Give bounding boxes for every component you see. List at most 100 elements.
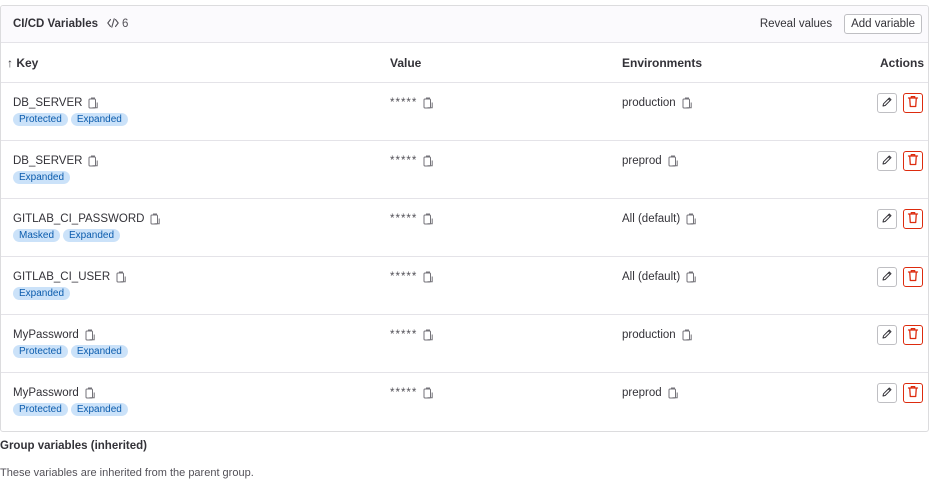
value-line: ***** — [390, 155, 622, 167]
key-cell: MyPassword Protected Expanded — [1, 315, 390, 372]
masked-value: ***** — [390, 213, 418, 225]
edit-button[interactable] — [877, 151, 897, 171]
key-cell: GITLAB_CI_PASSWORD Masked Expanded — [1, 199, 390, 256]
variable-key: MyPassword — [13, 387, 79, 399]
column-header-key[interactable]: ↑ Key — [1, 56, 390, 70]
status-badge: Expanded — [70, 403, 128, 416]
environment-name: preprod — [622, 387, 662, 399]
copy-environment-icon[interactable] — [686, 213, 697, 225]
value-cell: ***** — [390, 199, 622, 256]
environment-cell: production — [622, 83, 822, 140]
table-row: DB_SERVER Protected Expanded ***** productio… — [1, 83, 928, 141]
edit-button[interactable] — [877, 383, 897, 403]
value-line: ***** — [390, 387, 622, 399]
value-cell: ***** — [390, 315, 622, 372]
variable-key: DB_SERVER — [13, 97, 83, 109]
copy-value-icon[interactable] — [423, 155, 434, 167]
variable-key: MyPassword — [13, 329, 79, 341]
status-badge: Protected — [13, 403, 68, 416]
status-badge: Expanded — [63, 229, 121, 242]
edit-button[interactable] — [877, 267, 897, 287]
ci-cd-variables-card: CI/CD Variables 6 Reveal values Add vari… — [0, 5, 929, 432]
key-line: GITLAB_CI_PASSWORD — [13, 213, 390, 225]
pencil-icon — [881, 270, 893, 285]
environment-name: preprod — [622, 155, 662, 167]
pencil-icon — [881, 96, 893, 111]
variable-count-value: 6 — [122, 18, 129, 30]
edit-button[interactable] — [877, 325, 897, 345]
copy-environment-icon[interactable] — [668, 155, 679, 167]
delete-button[interactable] — [903, 325, 923, 345]
card-header: CI/CD Variables 6 Reveal values Add vari… — [1, 6, 928, 43]
edit-button[interactable] — [877, 209, 897, 229]
copy-value-icon[interactable] — [423, 213, 434, 225]
copy-value-icon[interactable] — [423, 271, 434, 283]
edit-button[interactable] — [877, 93, 897, 113]
copy-environment-icon[interactable] — [682, 97, 693, 109]
copy-environment-icon[interactable] — [668, 387, 679, 399]
copy-key-icon[interactable] — [88, 97, 99, 109]
masked-value: ***** — [390, 329, 418, 341]
copy-key-icon[interactable] — [116, 271, 127, 283]
status-badge: Expanded — [13, 171, 71, 184]
column-header-actions: Actions — [879, 55, 924, 70]
delete-button[interactable] — [903, 209, 923, 229]
masked-value: ***** — [390, 387, 418, 399]
environment-name: All (default) — [622, 213, 681, 225]
environment-line: production — [622, 97, 822, 109]
trash-icon — [907, 269, 919, 285]
copy-key-icon[interactable] — [85, 329, 96, 341]
value-line: ***** — [390, 213, 622, 225]
copy-value-icon[interactable] — [423, 329, 434, 341]
table-row: GITLAB_CI_USER Expanded ***** All (default) — [1, 257, 928, 315]
copy-environment-icon[interactable] — [686, 271, 697, 283]
copy-key-icon[interactable] — [150, 213, 161, 225]
actions-cell — [822, 141, 928, 198]
group-variables-description: These variables are inherited from the p… — [0, 467, 254, 479]
card-title: CI/CD Variables — [13, 18, 99, 30]
variable-count: 6 — [107, 17, 129, 31]
code-icon — [107, 17, 122, 31]
key-cell: MyPassword Protected Expanded — [1, 373, 390, 431]
delete-button[interactable] — [903, 151, 923, 171]
reveal-values-button[interactable]: Reveal values — [760, 18, 832, 30]
environment-cell: production — [622, 315, 822, 372]
column-header-environments: Environments — [622, 55, 703, 70]
status-badge: Protected — [13, 345, 68, 358]
copy-key-icon[interactable] — [85, 387, 96, 399]
badge-list: Protected Expanded — [13, 345, 390, 358]
pencil-icon — [881, 212, 893, 227]
copy-value-icon[interactable] — [423, 97, 434, 109]
table-row: MyPassword Protected Expanded ***** producti… — [1, 315, 928, 373]
badge-list: Expanded — [13, 171, 390, 184]
add-variable-button[interactable]: Add variable — [844, 14, 922, 34]
masked-value: ***** — [390, 97, 418, 109]
value-cell: ***** — [390, 83, 622, 140]
badge-list: Masked Expanded — [13, 229, 390, 242]
key-line: GITLAB_CI_USER — [13, 271, 390, 283]
variable-key: GITLAB_CI_PASSWORD — [13, 213, 145, 225]
pencil-icon — [881, 386, 893, 401]
delete-button[interactable] — [903, 93, 923, 113]
environment-line: production — [622, 329, 822, 341]
status-badge: Masked — [13, 229, 61, 242]
delete-button[interactable] — [903, 267, 923, 287]
trash-icon — [907, 385, 919, 401]
value-line: ***** — [390, 271, 622, 283]
actions-cell — [822, 83, 928, 140]
trash-icon — [907, 153, 919, 169]
environment-line: All (default) — [622, 271, 822, 283]
status-badge: Protected — [13, 113, 68, 126]
copy-environment-icon[interactable] — [682, 329, 693, 341]
key-line: DB_SERVER — [13, 155, 390, 167]
value-cell: ***** — [390, 257, 622, 314]
environment-cell: preprod — [622, 373, 822, 431]
copy-key-icon[interactable] — [88, 155, 99, 167]
masked-value: ***** — [390, 155, 418, 167]
delete-button[interactable] — [903, 383, 923, 403]
status-badge: Expanded — [13, 287, 71, 300]
environment-line: preprod — [622, 387, 822, 399]
environment-cell: All (default) — [622, 257, 822, 314]
trash-icon — [907, 327, 919, 343]
copy-value-icon[interactable] — [423, 387, 434, 399]
